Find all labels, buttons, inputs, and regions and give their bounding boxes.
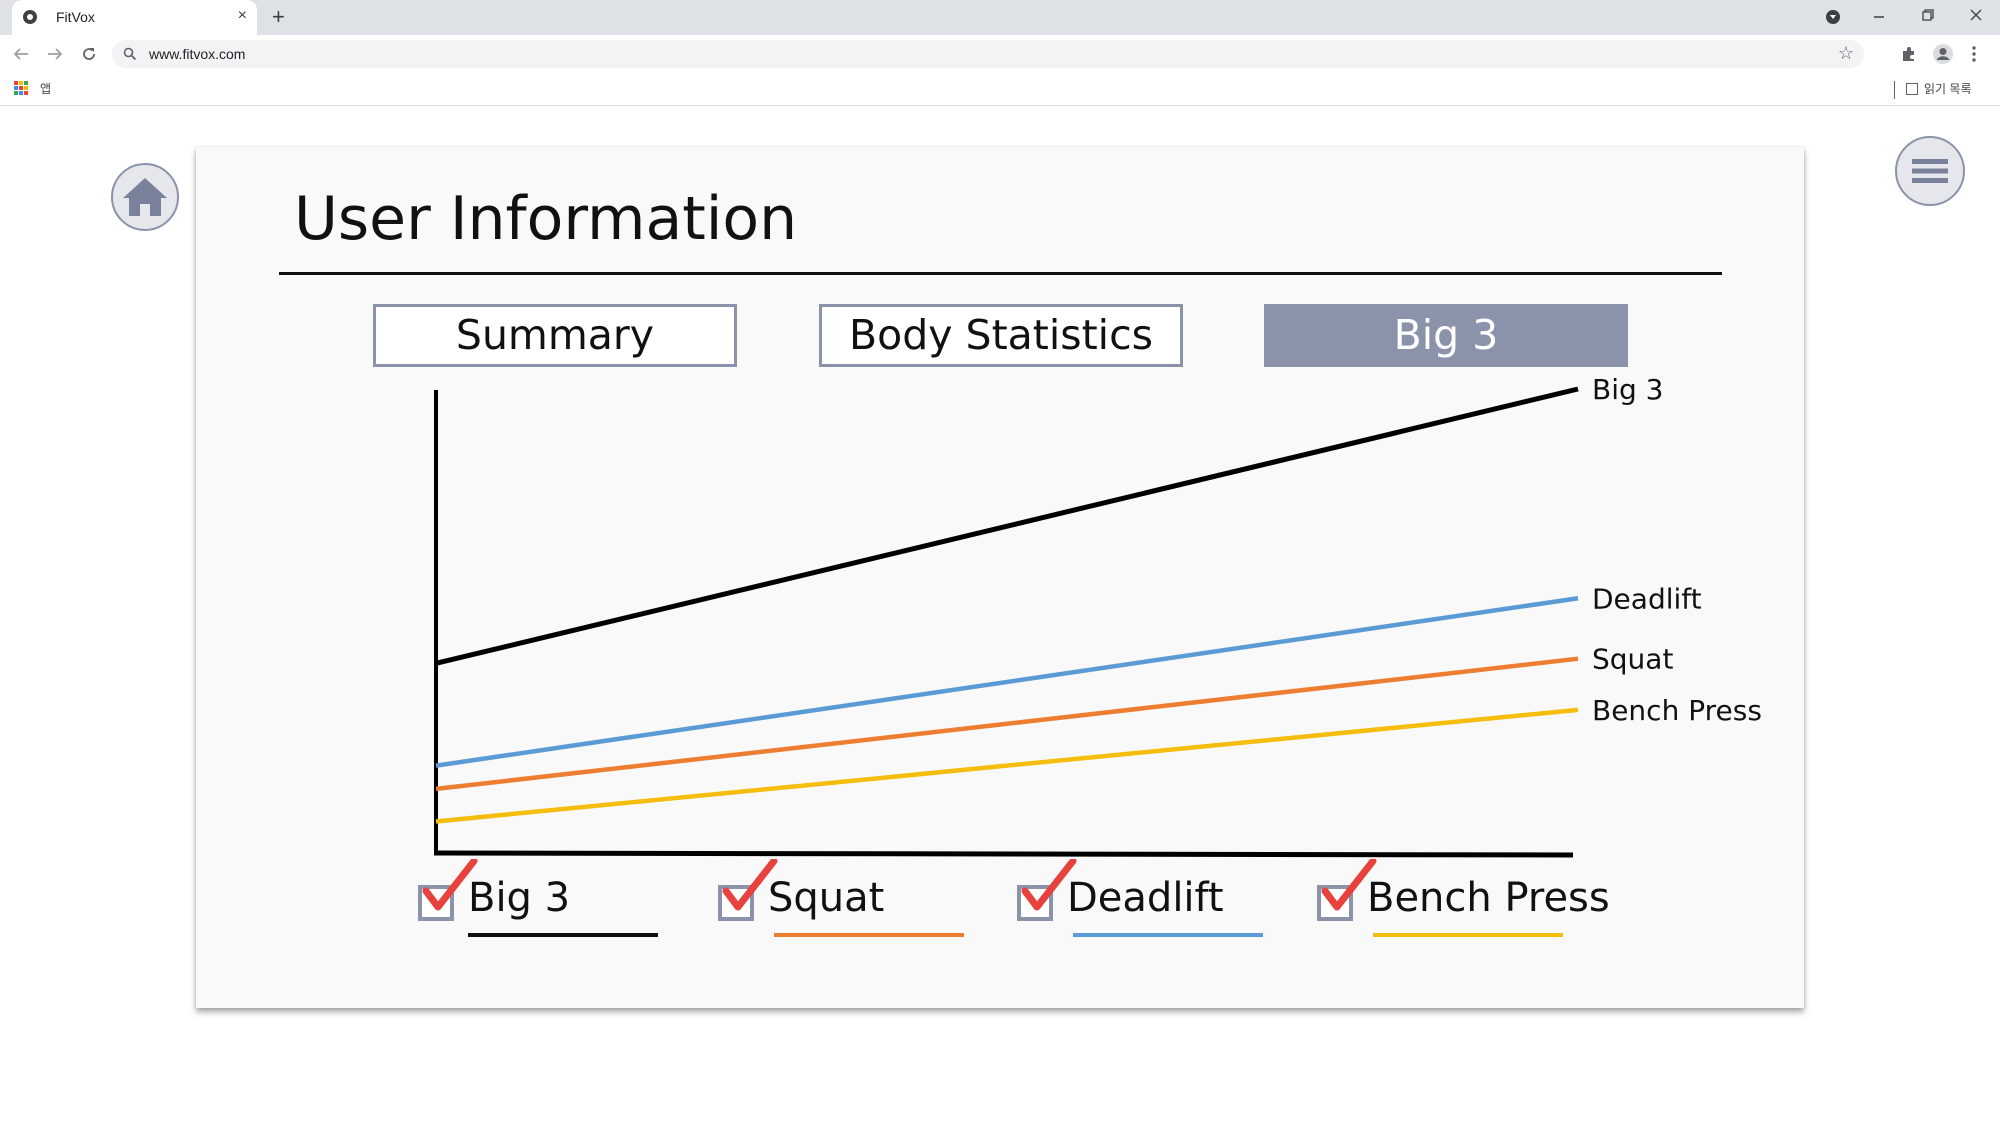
big3-line-chart: Big 3 Deadlift Squat Bench Press bbox=[433, 373, 1762, 858]
apps-grid-icon[interactable] bbox=[14, 81, 28, 95]
legend-label-squat: Squat bbox=[768, 875, 885, 921]
legend-label-deadlift: Deadlift bbox=[1067, 875, 1224, 921]
minimize-icon[interactable] bbox=[1871, 9, 1887, 25]
browser-tabstrip: FitVox × + bbox=[0, 0, 2000, 35]
profile-avatar-icon[interactable] bbox=[1932, 43, 1954, 65]
legend-underline-deadlift bbox=[1073, 933, 1263, 937]
legend-underline-squat bbox=[774, 933, 964, 937]
address-bar[interactable]: www.fitvox.com ☆ bbox=[112, 40, 1864, 68]
extensions-icon[interactable] bbox=[1900, 45, 1918, 63]
legend-squat[interactable]: Squat bbox=[718, 859, 968, 937]
reading-list-button[interactable]: 읽기 목록 bbox=[1906, 80, 1972, 97]
tab-title: FitVox bbox=[56, 9, 95, 25]
reload-icon[interactable] bbox=[80, 45, 98, 63]
bookmarks-bar: 앱 읽기 목록 bbox=[0, 73, 2000, 106]
series-label-squat: Squat bbox=[1592, 643, 1673, 676]
apps-shortcut-label[interactable]: 앱 bbox=[40, 80, 51, 97]
series-label-deadlift: Deadlift bbox=[1592, 582, 1702, 615]
hamburger-menu-icon bbox=[1912, 159, 1948, 183]
home-button[interactable] bbox=[111, 163, 179, 231]
legend-label-big-3: Big 3 bbox=[468, 875, 571, 921]
legend-label-bench-press: Bench Press bbox=[1367, 875, 1610, 921]
menu-button[interactable] bbox=[1895, 136, 1965, 206]
user-info-card: User Information Summary Body Statistics… bbox=[196, 147, 1804, 1008]
legend-deadlift[interactable]: Deadlift bbox=[1017, 859, 1277, 937]
chrome-favicon-icon bbox=[23, 10, 37, 24]
series-label-big-3: Big 3 bbox=[1592, 373, 1663, 406]
reading-list-label: 읽기 목록 bbox=[1924, 82, 1972, 96]
reading-list-icon bbox=[1906, 83, 1918, 95]
profile-menu-icon[interactable] bbox=[1825, 9, 1841, 25]
tab-close-icon[interactable]: × bbox=[238, 7, 247, 25]
legend-bench-press[interactable]: Bench Press bbox=[1317, 859, 1617, 937]
browser-tab[interactable]: FitVox × bbox=[12, 0, 257, 35]
legend-big-3[interactable]: Big 3 bbox=[418, 859, 668, 937]
more-options-icon[interactable] bbox=[1970, 45, 1978, 63]
legend-underline-bench-press bbox=[1373, 933, 1563, 937]
new-tab-button[interactable]: + bbox=[272, 5, 285, 29]
x-axis bbox=[433, 850, 1574, 858]
browser-toolbar: www.fitvox.com ☆ bbox=[0, 35, 2000, 73]
restore-icon[interactable] bbox=[1920, 7, 1936, 23]
back-icon[interactable] bbox=[12, 46, 30, 62]
forward-icon[interactable] bbox=[46, 46, 64, 62]
window-close-icon[interactable] bbox=[1968, 7, 1984, 23]
legend-underline-big-3 bbox=[468, 933, 658, 937]
series-label-bench-press: Bench Press bbox=[1592, 694, 1762, 727]
bookmark-star-icon[interactable]: ☆ bbox=[1838, 43, 1854, 64]
home-icon bbox=[123, 178, 167, 216]
url-text[interactable]: www.fitvox.com bbox=[149, 46, 245, 62]
bookmarks-divider bbox=[1894, 81, 1895, 99]
series-line-bench-press bbox=[435, 707, 1579, 824]
series-line-squat bbox=[435, 656, 1579, 792]
search-icon bbox=[123, 47, 137, 61]
